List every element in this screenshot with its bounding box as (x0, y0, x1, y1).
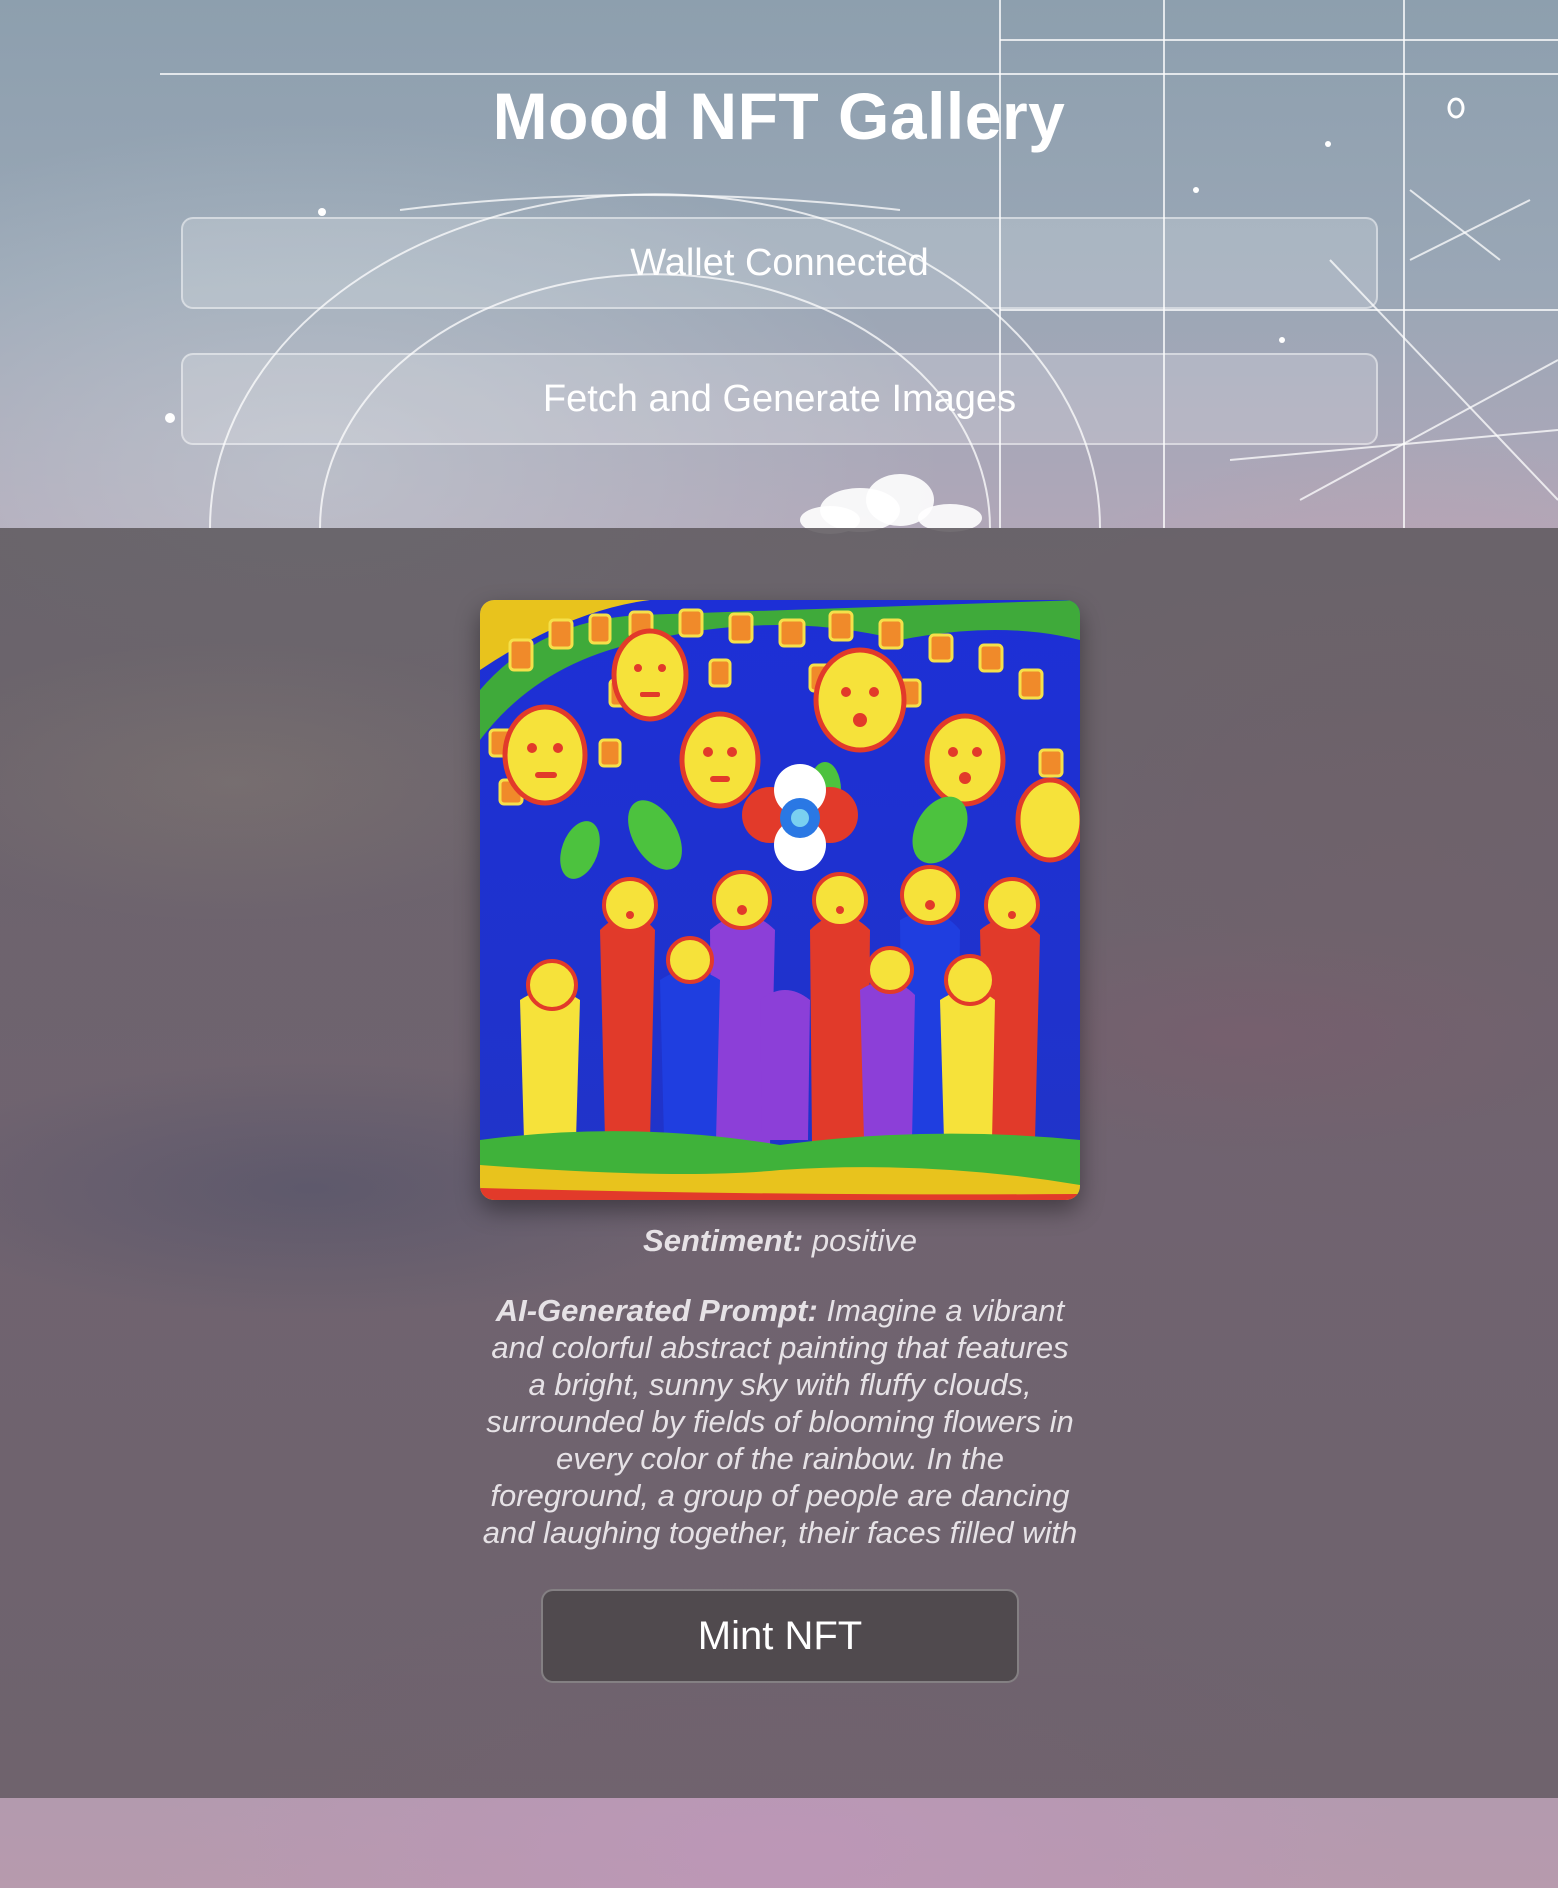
nft-gallery: Sentiment: positive AI-Generated Prompt:… (0, 528, 1558, 1798)
nft-card: Sentiment: positive AI-Generated Prompt:… (480, 600, 1080, 1683)
page-title: Mood NFT Gallery (492, 79, 1066, 153)
nft-artwork (480, 600, 1080, 1200)
mint-nft-button[interactable]: Mint NFT (541, 1589, 1019, 1683)
ai-prompt-label: AI-Generated Prompt: (495, 1293, 818, 1328)
page-header: Mood NFT Gallery Wallet Connected Fetch … (0, 0, 1558, 528)
sentiment-value: positive (811, 1223, 917, 1258)
nft-image (480, 600, 1080, 1200)
ai-prompt-text: Imagine a vibrant and colorful abstract … (482, 1293, 1078, 1550)
ai-prompt: AI-Generated Prompt: Imagine a vibrant a… (480, 1292, 1080, 1551)
sentiment-label: Sentiment: (643, 1223, 804, 1258)
sentiment-line: Sentiment: positive (480, 1222, 1080, 1260)
wallet-connected-button[interactable]: Wallet Connected (181, 217, 1378, 309)
fetch-generate-images-button[interactable]: Fetch and Generate Images (181, 353, 1378, 445)
